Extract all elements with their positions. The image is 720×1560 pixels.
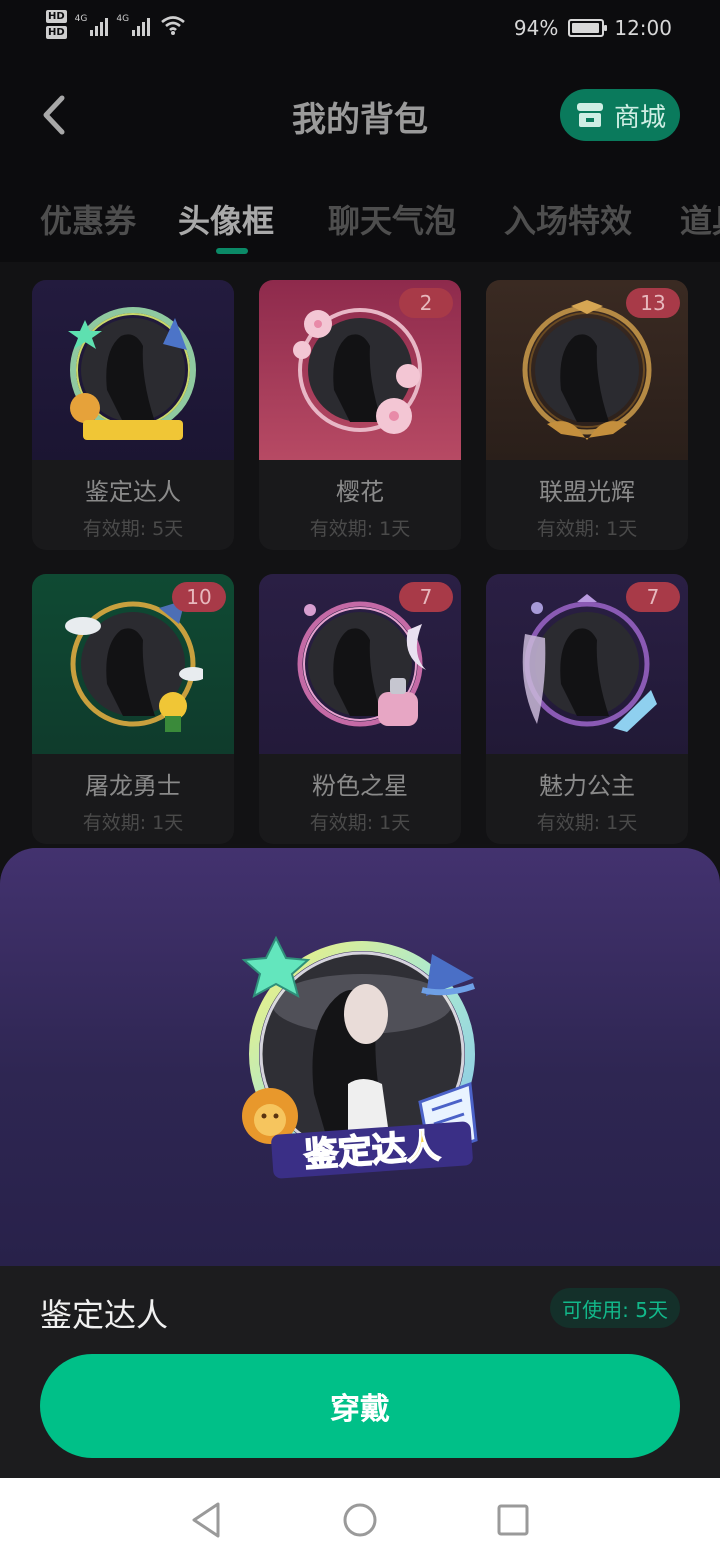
- home-circle-icon[interactable]: [341, 1500, 379, 1540]
- status-bar-right: 94% 12:00: [514, 16, 672, 40]
- selected-frame-name: 鉴定达人: [40, 1296, 169, 1334]
- tab-entrance-effects[interactable]: 入场特效: [504, 196, 632, 242]
- avatar-frame-league: [522, 300, 652, 440]
- status-bar: HD HD 4G 4G 94% 12:00: [0, 0, 720, 60]
- frame-validity: 有效期: 1天: [82, 812, 184, 834]
- system-navigation-bar: [0, 1478, 720, 1560]
- network-type-1: 4G: [74, 13, 88, 24]
- back-triangle-icon[interactable]: [188, 1500, 224, 1540]
- tab-coupons[interactable]: 优惠券: [40, 196, 136, 242]
- signal-icon-2: 4G: [116, 13, 151, 36]
- frame-validity: 有效期: 1天: [536, 812, 638, 834]
- store-icon: [576, 103, 603, 127]
- avatar-frame-star-wizard: [68, 307, 196, 440]
- selected-frame-info: 鉴定达人 可使用: 5天: [0, 1266, 720, 1354]
- frame-name: 屠龙勇士: [85, 772, 181, 800]
- frame-name: 粉色之星: [312, 772, 408, 800]
- frame-thumbnail: 10: [32, 574, 234, 754]
- frame-validity: 有效期: 1天: [309, 518, 411, 540]
- frame-grid: 鉴定达人 有效期: 5天 2 樱花 有效期: 1天 13 联盟光辉 有效期: 1…: [0, 262, 720, 882]
- clock: 12:00: [614, 16, 672, 40]
- header: 我的背包 商城: [0, 60, 720, 170]
- frame-card-sakura[interactable]: 2 樱花 有效期: 1天: [259, 280, 461, 550]
- recents-square-icon[interactable]: [494, 1500, 532, 1540]
- hd-voice-badge-1: HD: [46, 10, 67, 23]
- tab-avatar-frames[interactable]: 头像框: [178, 196, 274, 242]
- wifi-icon: [161, 15, 185, 35]
- avatar-frame-dragon: [65, 600, 203, 732]
- count-badge: 7: [626, 582, 680, 612]
- frame-name: 樱花: [336, 478, 384, 506]
- frame-thumbnail: 2: [259, 280, 461, 460]
- wear-button[interactable]: 穿戴: [40, 1354, 680, 1458]
- tab-chat-bubbles[interactable]: 聊天气泡: [328, 196, 456, 242]
- frame-name: 联盟光辉: [539, 478, 635, 506]
- tab-props[interactable]: 道具: [680, 196, 720, 242]
- frame-card-league[interactable]: 13 联盟光辉 有效期: 1天: [486, 280, 688, 550]
- avatar-frame-sakura: [293, 308, 422, 434]
- frame-thumbnail: 7: [259, 574, 461, 754]
- frame-thumbnail: [32, 280, 234, 460]
- mall-button[interactable]: 商城: [560, 89, 680, 141]
- battery-percent: 94%: [513, 16, 559, 40]
- frame-thumbnail: 13: [486, 280, 688, 460]
- frame-validity: 有效期: 5天: [82, 518, 184, 540]
- battery-icon: [568, 19, 608, 37]
- hd-voice-badge-2: HD: [46, 26, 67, 39]
- frame-name: 魅力公主: [539, 772, 635, 800]
- mall-label: 商城: [613, 102, 666, 133]
- avatar-frame-pink-star: [297, 601, 426, 727]
- avatar-frame-preview: 鉴定达人: [241, 935, 478, 1179]
- count-badge: 2: [399, 288, 453, 318]
- count-badge: 13: [626, 288, 680, 318]
- count-badge: 7: [399, 582, 453, 612]
- frame-card-dragon[interactable]: 10 屠龙勇士 有效期: 1天: [32, 574, 234, 844]
- frame-validity: 有效期: 1天: [309, 812, 411, 834]
- frame-detail-sheet: 鉴定达人 鉴定达人 可使用: 5天 穿戴: [0, 848, 720, 1478]
- active-tab-indicator: [216, 248, 248, 254]
- frame-preview-area: 鉴定达人: [0, 848, 720, 1266]
- network-type-2: 4G: [116, 13, 130, 24]
- frame-card-pink-star[interactable]: 7 粉色之星 有效期: 1天: [259, 574, 461, 844]
- frame-card-princess[interactable]: 7 魅力公主 有效期: 1天: [486, 574, 688, 844]
- count-badge: 10: [172, 582, 226, 612]
- status-bar-left: HD HD 4G 4G: [46, 10, 186, 39]
- frame-thumbnail: 7: [486, 574, 688, 754]
- frame-validity: 有效期: 1天: [536, 518, 638, 540]
- signal-icon-1: 4G: [75, 14, 109, 36]
- avatar-frame-princess: [522, 594, 657, 732]
- usable-duration-badge: 可使用: 5天: [550, 1288, 680, 1328]
- frame-name: 鉴定达人: [85, 478, 181, 506]
- frame-card-star-wizard[interactable]: 鉴定达人 有效期: 5天: [32, 280, 234, 550]
- category-tabs: 优惠券 头像框 聊天气泡 入场特效 道具: [0, 170, 720, 262]
